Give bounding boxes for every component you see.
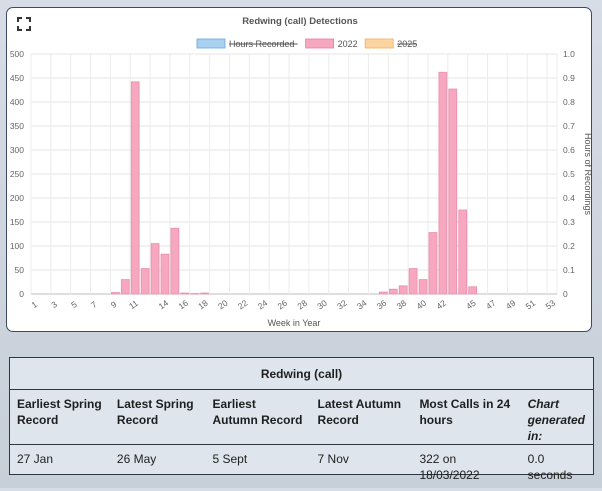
x-tick-label: 40 bbox=[415, 298, 429, 312]
value-earliest-spring: 27 Jan bbox=[10, 445, 110, 491]
x-tick-label: 49 bbox=[504, 298, 518, 312]
bar-week-11 bbox=[131, 82, 139, 294]
y2-tick-label: 1.0 bbox=[563, 49, 575, 59]
legend-label: 2022 bbox=[338, 39, 358, 49]
bar-week-44 bbox=[459, 210, 467, 294]
header-earliest-spring: Earliest Spring Record bbox=[10, 390, 110, 445]
y2-tick-label: 0.9 bbox=[563, 73, 575, 83]
bar-week-40 bbox=[419, 280, 427, 294]
x-tick-label: 16 bbox=[176, 298, 190, 312]
bar-week-45 bbox=[469, 287, 477, 294]
bar-week-13 bbox=[151, 244, 159, 294]
header-chart-generated: Chart generated in: bbox=[521, 390, 593, 445]
y-tick-label: 200 bbox=[10, 193, 24, 203]
x-tick-label: 53 bbox=[544, 298, 558, 312]
y2-tick-label: 0.1 bbox=[563, 265, 575, 275]
x-tick-label: 3 bbox=[49, 299, 59, 310]
header-latest-spring: Latest Spring Record bbox=[110, 390, 206, 445]
x-tick-label: 14 bbox=[157, 298, 171, 312]
y-tick-label: 300 bbox=[10, 145, 24, 155]
chart: 0 50 100 150 200 250 300 350 400 450 500 0 0.1 0.2 0.3… bbox=[7, 8, 593, 333]
x-tick-label: 7 bbox=[89, 299, 99, 310]
x-tick-label: 5 bbox=[69, 299, 79, 310]
y2-tick-label: 0.6 bbox=[563, 145, 575, 155]
x-tick-label: 32 bbox=[335, 298, 349, 312]
y2-axis-label: Hours of Recordings bbox=[583, 133, 593, 216]
value-chart-generated: 0.0 seconds bbox=[521, 445, 593, 491]
bar-week-15 bbox=[171, 228, 179, 294]
x-tick-label: 22 bbox=[236, 298, 250, 312]
x-tick-label: 30 bbox=[315, 298, 329, 312]
x-tick-label: 20 bbox=[216, 298, 230, 312]
legend-swatch bbox=[365, 39, 393, 48]
summary-table: Redwing (call) Earliest Spring Record La… bbox=[9, 357, 594, 475]
bar-week-41 bbox=[429, 233, 437, 294]
y2-tick-label: 0.3 bbox=[563, 217, 575, 227]
x-tick-label: 28 bbox=[295, 298, 309, 312]
y2-tick-label: 0.7 bbox=[563, 121, 575, 131]
chart-title: Redwing (call) Detections bbox=[242, 16, 358, 27]
x-tick-label: 11 bbox=[127, 298, 140, 311]
y-tick-label: 400 bbox=[10, 97, 24, 107]
y-tick-label: 100 bbox=[10, 241, 24, 251]
bar-week-9 bbox=[111, 293, 119, 294]
y2-tick-label: 0.2 bbox=[563, 241, 575, 251]
chart-card: 0 50 100 150 200 250 300 350 400 450 500 0 0.1 0.2 0.3… bbox=[6, 7, 592, 332]
x-tick-label: 38 bbox=[395, 298, 409, 312]
y-tick-label: 500 bbox=[10, 49, 24, 59]
x-tick-label: 26 bbox=[276, 298, 290, 312]
value-latest-autumn: 7 Nov bbox=[311, 445, 413, 491]
bar-week-43 bbox=[449, 89, 457, 294]
legend-swatch bbox=[197, 39, 225, 48]
y2-tick-label: 0.4 bbox=[563, 193, 575, 203]
y-tick-label: 0 bbox=[19, 289, 24, 299]
value-latest-spring: 26 May bbox=[110, 445, 206, 491]
x-tick-label: 51 bbox=[524, 298, 538, 312]
y2-tick-label: 0.5 bbox=[563, 169, 575, 179]
y-tick-label: 50 bbox=[15, 265, 25, 275]
x-tick-label: 1 bbox=[29, 299, 39, 310]
bar-week-38 bbox=[399, 286, 407, 294]
bar-week-37 bbox=[389, 289, 397, 294]
bar-week-18 bbox=[201, 293, 209, 294]
x-tick-label: 42 bbox=[434, 298, 448, 312]
bar-week-39 bbox=[409, 269, 417, 294]
x-tick-label: 34 bbox=[355, 298, 369, 312]
header-latest-autumn: Latest Autumn Record bbox=[311, 390, 413, 445]
x-tick-label: 36 bbox=[375, 298, 389, 312]
value-most-calls: 322 on 18/03/2022 bbox=[412, 445, 520, 491]
x-axis-label: Week in Year bbox=[268, 318, 321, 328]
table-title: Redwing (call) bbox=[10, 358, 593, 390]
x-tick-label: 47 bbox=[484, 298, 498, 312]
header-most-calls: Most Calls in 24 hours bbox=[412, 390, 520, 445]
value-earliest-autumn: 5 Sept bbox=[205, 445, 310, 491]
x-tick-label: 45 bbox=[464, 298, 478, 312]
x-tick-label: 18 bbox=[196, 298, 210, 312]
x-tick-label: 24 bbox=[256, 298, 270, 312]
y-tick-label: 150 bbox=[10, 217, 24, 227]
bar-week-10 bbox=[121, 280, 129, 294]
header-earliest-autumn: Earliest Autumn Record bbox=[205, 390, 310, 445]
y2-tick-label: 0 bbox=[563, 289, 568, 299]
bar-week-16 bbox=[181, 293, 189, 294]
x-tick-label: 9 bbox=[109, 299, 119, 310]
y-tick-label: 250 bbox=[10, 169, 24, 179]
y-tick-label: 350 bbox=[10, 121, 24, 131]
bar-week-36 bbox=[379, 292, 387, 294]
bar-week-12 bbox=[141, 269, 149, 294]
y-tick-label: 450 bbox=[10, 73, 24, 83]
y2-tick-label: 0.8 bbox=[563, 97, 575, 107]
legend-swatch bbox=[306, 39, 334, 48]
bar-week-14 bbox=[161, 254, 169, 294]
bar-week-42 bbox=[439, 72, 447, 294]
